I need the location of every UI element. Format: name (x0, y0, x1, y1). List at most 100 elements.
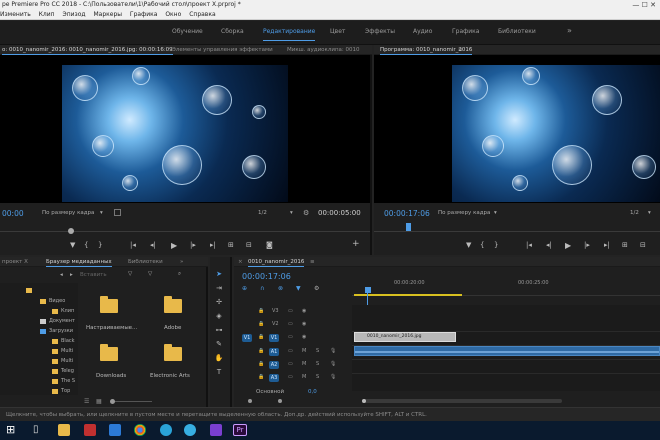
folder-icon[interactable] (164, 344, 182, 361)
ripple-edit-tool-icon[interactable]: ✢ (214, 297, 224, 307)
tab-effect-controls[interactable]: Элементы управления эффектами (172, 45, 273, 55)
tab-audio-clip-mixer[interactable]: Микш. аудиоклипа: 0010 (287, 45, 360, 55)
wrench-icon[interactable]: ⚙ (303, 209, 309, 217)
track-label-a3[interactable]: A3 (269, 374, 279, 382)
lock-icon[interactable]: 🔒 (258, 361, 264, 367)
timeline-zoom-scrollbar[interactable] (362, 399, 562, 403)
mic-icon[interactable]: 🎙 (330, 374, 336, 380)
lock-icon[interactable]: 🔒 (258, 308, 264, 314)
task-view-icon[interactable]: ▯ (33, 424, 45, 436)
program-resolution-select[interactable]: 1/2 (630, 210, 639, 216)
folder-label[interactable]: Adobe (164, 325, 181, 331)
sync-lock-icon[interactable]: ▭ (288, 348, 293, 354)
lock-icon[interactable]: 🔒 (258, 348, 264, 354)
source-timecode-in[interactable]: 00:00 (2, 209, 24, 218)
workspace-overflow-icon[interactable]: » (567, 26, 572, 35)
source-fit-select[interactable]: По размеру кадра (42, 210, 94, 216)
folder-icon[interactable] (100, 344, 118, 361)
clip-audio[interactable] (354, 346, 660, 356)
type-tool-icon[interactable]: T (214, 367, 224, 377)
back-icon[interactable]: ◂ (60, 272, 63, 278)
program-play-icon[interactable]: ▶ (565, 241, 571, 250)
premiere-pro-icon[interactable]: Pr (233, 424, 247, 436)
add-marker-icon[interactable]: ▼ (296, 285, 301, 292)
work-area-bar[interactable] (354, 294, 462, 296)
sync-lock-icon[interactable]: ▭ (288, 361, 293, 367)
track-a3[interactable] (352, 373, 660, 385)
solo-button[interactable]: S (316, 361, 319, 367)
view-icon[interactable]: ▽ (148, 271, 152, 277)
program-go-to-out-icon[interactable]: ▸| (604, 241, 610, 249)
folder-icon[interactable] (164, 296, 182, 313)
workspace-assembly[interactable]: Сборка (221, 28, 244, 35)
workspace-learning[interactable]: Обучение (172, 28, 203, 35)
program-step-forward-icon[interactable]: |▸ (584, 241, 590, 249)
eye-icon[interactable]: ◉ (302, 334, 306, 340)
tree-item-downloads[interactable]: Загрузки (49, 328, 73, 334)
play-icon[interactable]: ▶ (171, 241, 177, 250)
sync-lock-icon[interactable]: ▭ (288, 374, 293, 380)
zoom-slider-handle[interactable] (110, 399, 115, 404)
track-a1[interactable] (352, 345, 660, 357)
lift-icon[interactable]: ⊞ (622, 241, 628, 249)
solo-button[interactable]: S (316, 348, 319, 354)
snap-icon[interactable]: ∩ (260, 285, 264, 292)
program-menu-icon[interactable]: ≡ (458, 45, 463, 55)
tree-item[interactable]: Teleg (61, 368, 74, 374)
program-fit-select[interactable]: По размеру кадра (438, 210, 490, 216)
go-to-start-icon[interactable]: |◂ (130, 241, 136, 249)
go-to-in-icon[interactable]: } (98, 241, 102, 249)
tree-item[interactable]: Multi (61, 358, 73, 364)
program-resolution-chevron-icon[interactable]: ▾ (648, 210, 651, 216)
app-icon[interactable] (210, 424, 222, 436)
tree-item-clip[interactable]: Клип (61, 308, 74, 314)
settings-icon[interactable] (114, 209, 121, 216)
sync-lock-icon[interactable]: ▭ (288, 321, 293, 327)
overwrite-icon[interactable]: ⊟ (246, 241, 252, 249)
tab-source[interactable]: о: 0010_nanomir_2016: 0010_nanomir_2016.… (2, 45, 173, 55)
tree-item[interactable]: The S (61, 378, 75, 384)
linked-selection-icon[interactable]: ⊗ (278, 285, 283, 292)
folder-label[interactable]: Downloads (96, 373, 126, 379)
close-icon[interactable]: × (238, 257, 243, 267)
menu-sequence[interactable]: Эпизод (63, 11, 86, 18)
tracks-area[interactable]: 0010_nanomir_2016.jpg (352, 305, 660, 391)
menu-clip[interactable]: Клип (39, 11, 55, 18)
program-video-area[interactable] (374, 55, 660, 203)
source-resolution-chevron-icon[interactable]: ▾ (290, 210, 293, 216)
program-fit-chevron-icon[interactable]: ▾ (494, 210, 497, 216)
source-resolution-select[interactable]: 1/2 (258, 210, 267, 216)
chrome-icon[interactable] (134, 424, 146, 436)
app-icon[interactable] (109, 424, 121, 436)
source-patch-v1[interactable]: V1 (242, 334, 252, 342)
track-v1[interactable]: 0010_nanomir_2016.jpg (352, 331, 660, 343)
tab-libraries[interactable]: Библиотеки (128, 257, 163, 267)
master-volume-value[interactable]: 0,0 (308, 389, 317, 395)
windows-start-icon[interactable]: ⊞ (6, 424, 18, 436)
program-mark-in-icon[interactable]: ▼ (466, 241, 471, 249)
telegram-icon[interactable] (184, 424, 196, 436)
tree-item[interactable]: Black (61, 338, 75, 344)
track-label-v1[interactable]: V1 (269, 334, 279, 342)
add-button-icon[interactable]: + (352, 239, 360, 249)
slip-tool-icon[interactable]: ⊶ (214, 325, 224, 335)
insert-icon[interactable]: ⊞ (228, 241, 234, 249)
track-label-a2[interactable]: A2 (269, 361, 279, 369)
tab-media-browser[interactable]: Браузер медиаданных (46, 257, 112, 267)
step-back-icon[interactable]: ◂| (150, 241, 156, 249)
workspace-editing[interactable]: Редактирование (263, 28, 316, 41)
lock-icon[interactable]: 🔒 (258, 374, 264, 380)
workspace-effects[interactable]: Эффекты (365, 28, 395, 35)
go-to-out-icon[interactable]: ▸| (210, 241, 216, 249)
mark-in-icon[interactable]: ▼ (70, 241, 75, 249)
window-controls[interactable]: — ☐ ✕ (632, 0, 656, 10)
program-timebar[interactable] (374, 231, 660, 232)
search-icon[interactable]: ⌕ (178, 271, 181, 278)
eye-icon[interactable]: ◉ (302, 321, 306, 327)
menu-help[interactable]: Справка (189, 11, 215, 18)
workspace-audio[interactable]: Аудио (413, 28, 432, 35)
sync-lock-icon[interactable]: ▭ (288, 334, 293, 340)
track-label-a1[interactable]: A1 (269, 348, 279, 356)
lock-icon[interactable]: 🔒 (258, 321, 264, 327)
workspace-libraries[interactable]: Библиотеки (498, 28, 536, 35)
